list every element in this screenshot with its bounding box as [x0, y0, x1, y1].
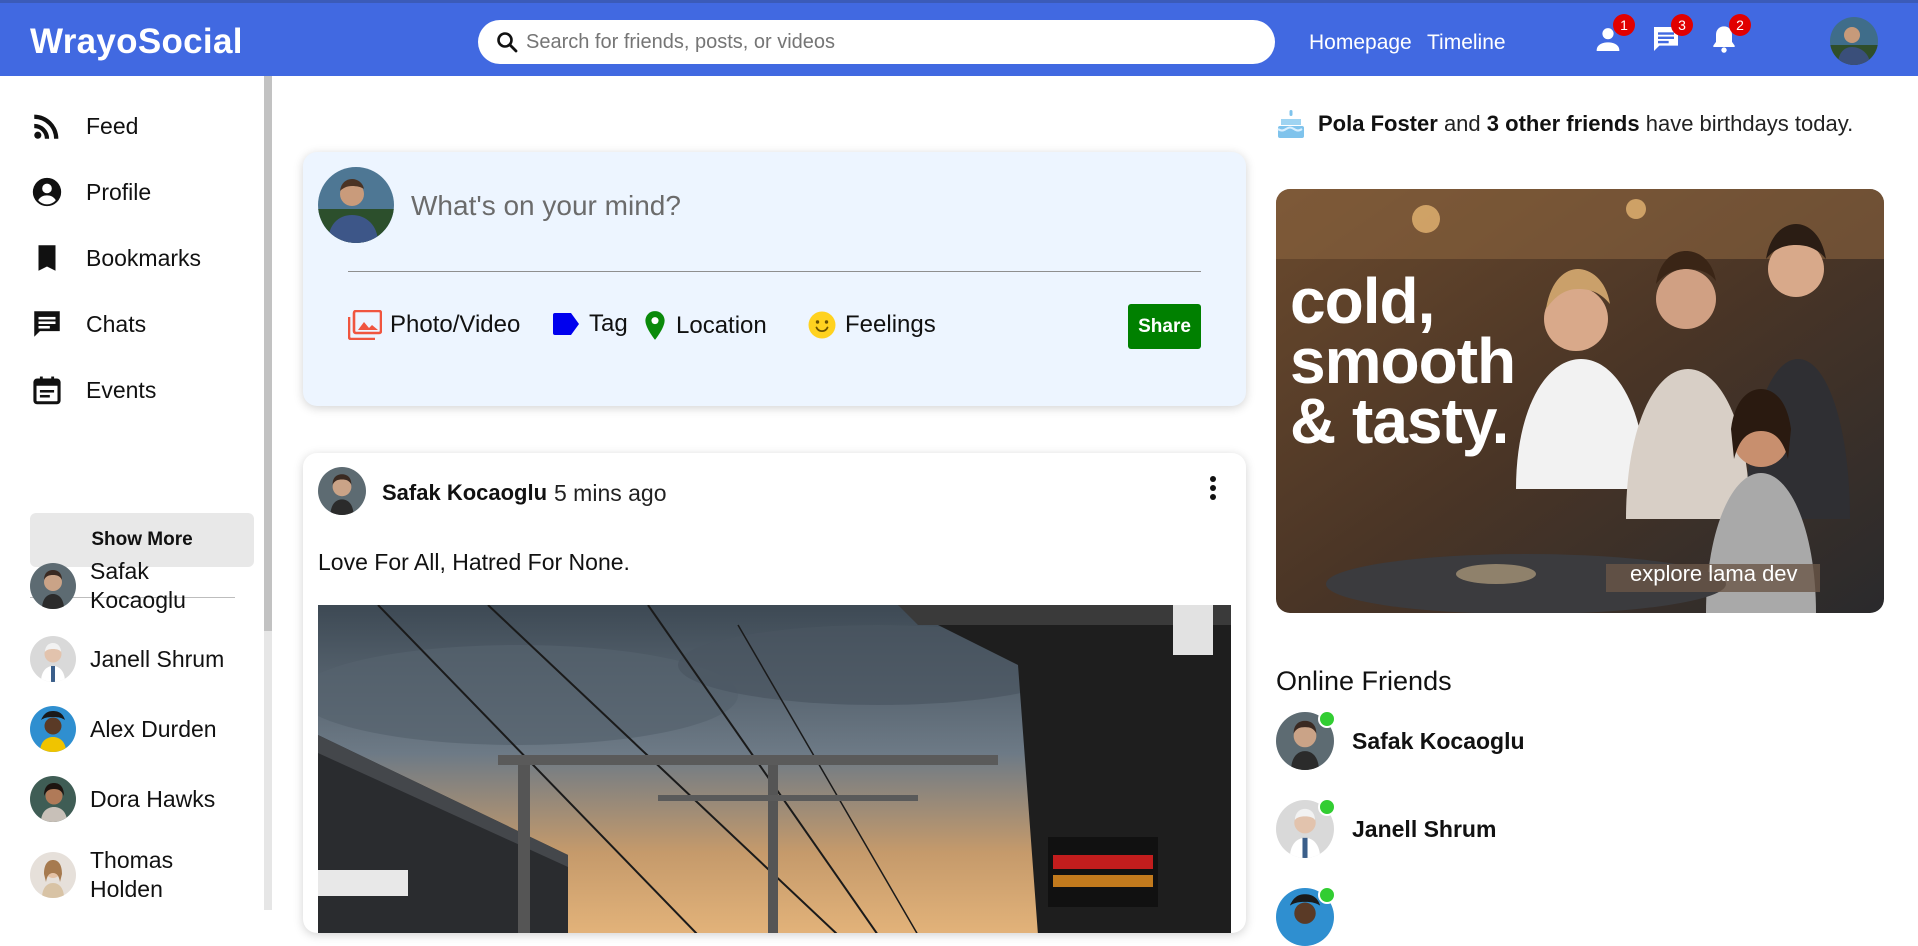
friend-list-item[interactable]: Safak Kocaoglu: [30, 557, 260, 615]
sidebar-item-label: Chats: [86, 310, 147, 337]
birthday-cake-icon: [1277, 110, 1304, 138]
friend-name: Janell Shrum: [90, 645, 225, 672]
share-prompt[interactable]: What's on your mind?: [411, 190, 681, 222]
tag-option[interactable]: Tag: [551, 310, 628, 338]
friend-avatar: [30, 636, 76, 682]
sidebar-item-feed[interactable]: Feed: [30, 106, 250, 146]
friend-list-item[interactable]: Janell Shrum: [30, 636, 260, 682]
friend-name: Alex Durden: [90, 715, 217, 742]
sidebar-item-label: Feed: [86, 112, 139, 139]
bookmark-icon: [38, 245, 56, 271]
friend-avatar: [30, 776, 76, 822]
friend-list-item[interactable]: Alex Durden: [30, 706, 260, 752]
birthday-text: Pola Foster and 3 other friends have bir…: [1318, 111, 1854, 136]
share-button[interactable]: Share: [1128, 304, 1201, 349]
homepage-link[interactable]: Homepage: [1309, 31, 1412, 55]
search-bar: [478, 20, 1275, 64]
post-card: Safak Kocaoglu 5 mins ago Love For All, …: [303, 453, 1246, 933]
online-status-dot: [1318, 710, 1336, 728]
sidebar-item-chats[interactable]: Chats: [30, 304, 250, 344]
friend-avatar: [30, 563, 76, 609]
online-friend-item[interactable]: Safak Kocaoglu: [1276, 710, 1525, 770]
online-friend-avatar: [1276, 710, 1336, 770]
sidebar-item-events[interactable]: Events: [30, 370, 250, 410]
share-card: What's on your mind? Photo/Video Tag Loc…: [303, 152, 1246, 406]
account-circle-icon: [32, 177, 62, 207]
label-tag-icon: [553, 313, 579, 335]
scrollbar-thumb[interactable]: [264, 76, 272, 631]
online-friend-name: Janell Shrum: [1352, 815, 1497, 842]
online-friend-name: Safak Kocaoglu: [1352, 727, 1525, 754]
notifications-badge: 2: [1729, 14, 1751, 36]
post-options-button[interactable]: [1201, 473, 1225, 505]
friend-requests-badge: 1: [1613, 14, 1635, 36]
friend-avatar: [30, 706, 76, 752]
share-divider: [348, 271, 1201, 272]
timeline-link[interactable]: Timeline: [1427, 31, 1506, 55]
search-icon: [497, 32, 518, 53]
photo-library-icon: [348, 310, 382, 340]
rss-feed-icon: [34, 114, 59, 139]
sidebar-item-bookmarks[interactable]: Bookmarks: [30, 238, 250, 278]
friend-name: Safak Kocaoglu: [90, 558, 186, 613]
ad-headline: cold, smooth & tasty.: [1290, 265, 1516, 457]
chat-icon: [34, 311, 60, 337]
emoji-smile-icon: [808, 311, 836, 339]
ad-caption: explore lama dev: [1630, 561, 1798, 586]
share-user-avatar[interactable]: [318, 167, 394, 243]
sidebar-item-label: Profile: [86, 178, 152, 205]
option-label: Photo/Video: [390, 311, 521, 338]
photo-video-option[interactable]: Photo/Video: [348, 310, 520, 340]
feelings-option[interactable]: Feelings: [807, 310, 936, 340]
sidebar-item-profile[interactable]: Profile: [30, 172, 250, 212]
post-author-avatar[interactable]: [318, 467, 366, 515]
left-sidebar: Feed Profile Bookmarks Chats Events Show…: [0, 76, 266, 910]
sponsored-ad[interactable]: cold, smooth & tasty. explore lama dev: [1276, 189, 1884, 613]
location-option[interactable]: Location: [642, 310, 767, 342]
messages-button[interactable]: 3: [1650, 14, 1693, 55]
notifications-button[interactable]: 2: [1708, 14, 1751, 55]
online-friend-item[interactable]: Janell Shrum: [1276, 798, 1497, 858]
search-input[interactable]: [526, 28, 1256, 56]
online-friend-avatar: [1276, 886, 1336, 946]
location-pin-icon: [645, 311, 665, 340]
online-status-dot: [1318, 886, 1336, 904]
friend-list-item[interactable]: Dora Hawks: [30, 776, 260, 822]
online-friend-avatar: [1276, 798, 1336, 858]
friend-avatar: [30, 852, 76, 898]
friend-name: Thomas Holden: [90, 847, 174, 902]
post-author-name[interactable]: Safak Kocaoglu: [382, 480, 547, 506]
more-vert-icon: [1210, 476, 1216, 500]
sidebar-scrollbar[interactable]: [264, 76, 272, 910]
messages-badge: 3: [1671, 14, 1693, 36]
sidebar-item-label: Bookmarks: [86, 244, 202, 271]
brand-logo[interactable]: WrayoSocial: [30, 22, 243, 62]
post-text: Love For All, Hatred For None.: [318, 549, 630, 575]
post-image[interactable]: [318, 605, 1231, 933]
friend-requests-button[interactable]: 1: [1592, 14, 1635, 55]
friend-list-item[interactable]: Thomas Holden: [30, 846, 260, 904]
online-friends-title: Online Friends: [1276, 666, 1452, 696]
online-status-dot: [1318, 798, 1336, 816]
user-avatar[interactable]: [1830, 17, 1878, 65]
option-label: Tag: [589, 310, 628, 337]
event-calendar-icon: [33, 376, 61, 405]
friend-name: Dora Hawks: [90, 785, 216, 812]
online-friend-item[interactable]: [1276, 886, 1352, 946]
birthday-notice: Pola Foster and 3 other friends have bir…: [1276, 108, 1853, 140]
top-bar: WrayoSocial Homepage Timeline 1 3 2: [0, 0, 1918, 76]
option-label: Feelings: [845, 311, 936, 338]
option-label: Location: [676, 312, 767, 339]
sidebar-item-label: Events: [86, 376, 157, 403]
post-timestamp: 5 mins ago: [554, 480, 667, 506]
